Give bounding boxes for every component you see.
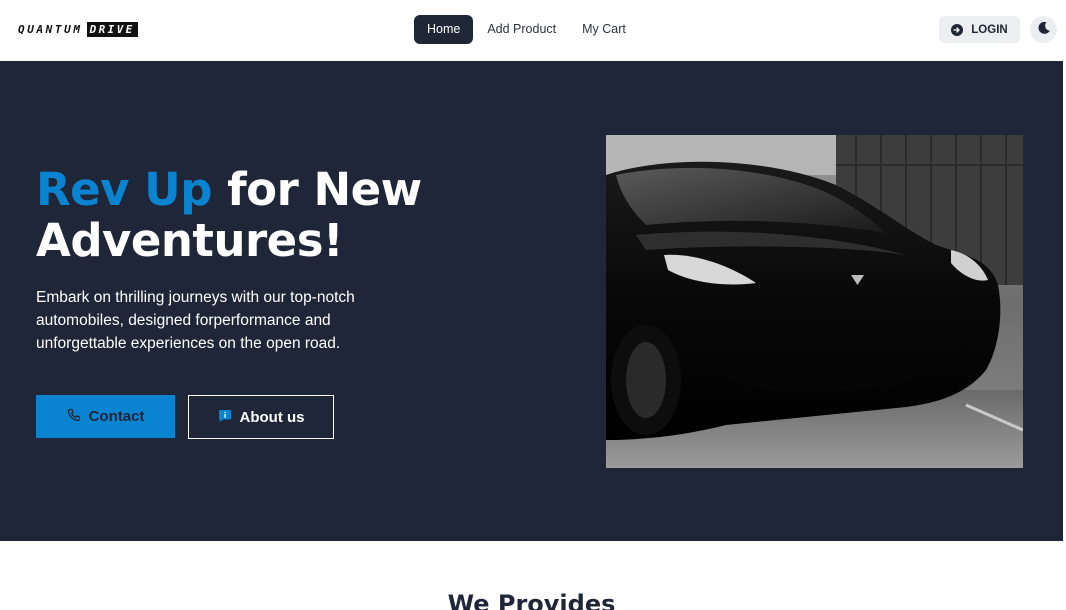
brand-logo[interactable]: QUANTUM DRIVE <box>18 21 138 37</box>
brand-logo-part1: QUANTUM <box>18 22 83 36</box>
navbar: QUANTUM DRIVE Home Add Product My Cart L… <box>0 0 1066 61</box>
hero-section: Rev Up for New Adventures! Embark on thr… <box>0 61 1063 541</box>
moon-icon <box>1036 20 1052 40</box>
hero-title-line2: Adventures! <box>36 214 344 267</box>
nav-link-my-cart[interactable]: My Cart <box>569 15 639 44</box>
nav-links: Home Add Product My Cart <box>414 15 639 44</box>
nav-link-home[interactable]: Home <box>414 15 474 44</box>
hero-title-rest: for New <box>211 163 422 216</box>
info-chat-icon <box>218 408 232 427</box>
contact-label: Contact <box>88 408 145 425</box>
hero-title: Rev Up for New Adventures! <box>36 164 422 266</box>
hero-title-accent: Rev Up <box>36 163 212 216</box>
hero-car-image <box>606 135 1023 468</box>
hero-description: Embark on thrilling journeys with our to… <box>36 289 355 352</box>
nav-link-add-product[interactable]: Add Product <box>474 15 569 44</box>
login-button[interactable]: LOGIN <box>939 16 1020 43</box>
theme-toggle-button[interactable] <box>1030 16 1057 43</box>
phone-icon <box>67 407 81 426</box>
contact-button[interactable]: Contact <box>36 395 175 438</box>
login-label: LOGIN <box>971 23 1008 36</box>
about-us-button[interactable]: About us <box>188 395 334 439</box>
section-title-we-provides: We Provides <box>447 590 616 610</box>
login-arrow-icon <box>951 23 964 36</box>
about-us-label: About us <box>239 408 305 426</box>
brand-logo-part2: DRIVE <box>86 21 138 37</box>
